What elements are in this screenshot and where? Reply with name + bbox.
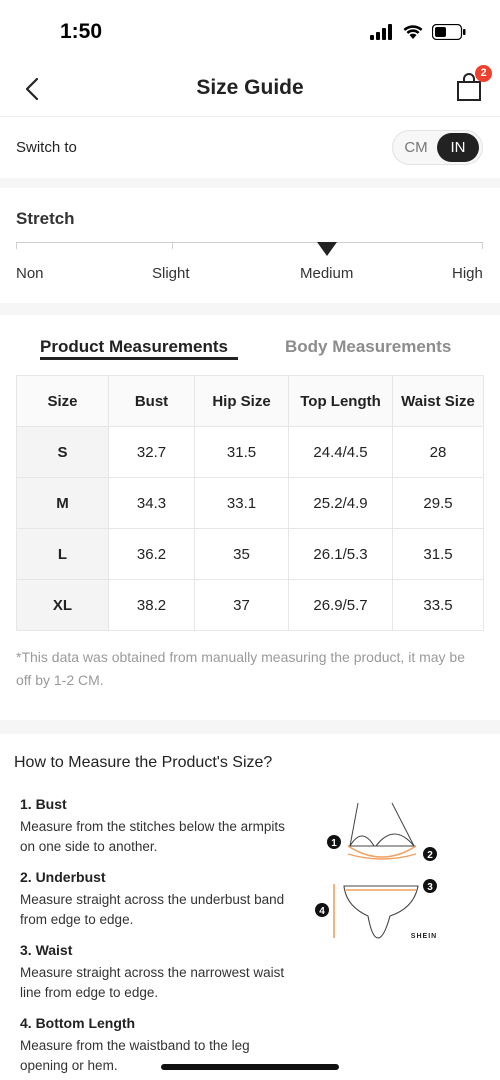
- stretch-title: Stretch: [16, 209, 75, 228]
- unit-option-cm[interactable]: CM: [395, 133, 437, 162]
- table-cell: 36.2: [108, 528, 195, 580]
- marker-2-label: 2: [427, 850, 433, 861]
- page-title: Size Guide: [196, 76, 304, 99]
- table-row: M 34.3 33.1 25.2/4.9 29.5: [16, 477, 484, 529]
- step-title: 3. Waist: [20, 942, 73, 958]
- stretch-tick: [172, 242, 173, 249]
- home-indicator[interactable]: [161, 1064, 339, 1070]
- size-cell: XL: [16, 579, 109, 631]
- measurement-tabs: Product Measurements Body Measurements: [0, 318, 500, 368]
- section-divider: [0, 720, 500, 734]
- table-cell: 32.7: [108, 426, 195, 478]
- howto-title: How to Measure the Product's Size?: [14, 754, 273, 771]
- size-cell: S: [16, 426, 109, 478]
- nav-bar: Size Guide: [0, 66, 500, 116]
- cart-count-badge: 2: [475, 65, 492, 82]
- table-cell: 33.1: [194, 477, 289, 529]
- tab-body-measurements[interactable]: Body Measurements: [285, 337, 451, 357]
- table-cell: 29.5: [392, 477, 484, 529]
- signal-icon: [370, 24, 392, 40]
- stretch-section: Stretch Non Slight Medium High: [0, 188, 500, 303]
- battery-icon: [432, 24, 466, 40]
- table-row: XL 38.2 37 26.9/5.7 33.5: [16, 579, 484, 631]
- table-header-cell: Size: [16, 375, 109, 427]
- step-description: Measure from the waistband to the leg op…: [20, 1038, 250, 1073]
- status-bar: 1:50: [0, 0, 500, 66]
- table-cell: 38.2: [108, 579, 195, 631]
- step-waist: 3. Waist Measure straight across the nar…: [20, 942, 290, 1003]
- step-description: Measure from the stitches below the armp…: [20, 819, 285, 854]
- marker-1-label: 1: [331, 838, 337, 849]
- brand-logo: SHEIN: [411, 933, 437, 940]
- active-tab-indicator: [40, 357, 238, 360]
- table-cell: 26.9/5.7: [288, 579, 393, 631]
- size-cell: M: [16, 477, 109, 529]
- stretch-tick: [16, 242, 17, 249]
- unit-toggle[interactable]: CM IN: [392, 130, 483, 165]
- table-cell: 33.5: [392, 579, 484, 631]
- table-cell: 35: [194, 528, 289, 580]
- stretch-level-high: High: [452, 265, 483, 282]
- table-header-cell: Bust: [108, 375, 195, 427]
- table-cell: 24.4/4.5: [288, 426, 393, 478]
- step-title: 4. Bottom Length: [20, 1015, 136, 1031]
- unit-switch-row: Switch to CM IN: [0, 116, 500, 178]
- tab-product-measurements[interactable]: Product Measurements: [40, 337, 228, 357]
- status-time: 1:50: [60, 20, 103, 43]
- table-cell: 37: [194, 579, 289, 631]
- table-row: L 36.2 35 26.1/5.3 31.5: [16, 528, 484, 580]
- unit-option-in[interactable]: IN: [437, 133, 479, 162]
- section-divider: [0, 303, 500, 315]
- stretch-level-non: Non: [16, 265, 44, 282]
- step-title: 1. Bust: [20, 796, 67, 812]
- wifi-icon: [403, 25, 423, 39]
- table-cell: 31.5: [392, 528, 484, 580]
- stretch-selected-marker: [317, 242, 337, 256]
- stretch-level-medium: Medium: [300, 265, 354, 282]
- marker-3-label: 3: [427, 882, 433, 893]
- table-header-cell: Hip Size: [194, 375, 289, 427]
- stretch-level-slight: Slight: [152, 265, 190, 282]
- stretch-tick: [482, 242, 483, 249]
- table-cell: 25.2/4.9: [288, 477, 393, 529]
- step-underbust: 2. Underbust Measure straight across the…: [20, 869, 290, 930]
- stretch-scale-line: [16, 242, 483, 243]
- table-cell: 31.5: [194, 426, 289, 478]
- switch-label: Switch to: [16, 139, 77, 156]
- status-icons: [370, 24, 466, 40]
- table-row: S 32.7 31.5 24.4/4.5 28: [16, 426, 484, 478]
- step-bust: 1. Bust Measure from the stitches below …: [20, 796, 290, 857]
- bikini-measurement-illustration: 1 2 3 4 SHEIN: [315, 802, 437, 940]
- marker-4-label: 4: [319, 906, 325, 917]
- size-table: Size Bust Hip Size Top Length Waist Size…: [16, 375, 484, 631]
- table-cell: 28: [392, 426, 484, 478]
- size-cell: L: [16, 528, 109, 580]
- section-divider: [0, 178, 500, 188]
- step-description: Measure straight across the underbust ba…: [20, 892, 285, 927]
- table-header-row: Size Bust Hip Size Top Length Waist Size: [16, 375, 484, 427]
- step-title: 2. Underbust: [20, 869, 106, 885]
- table-header-cell: Waist Size: [392, 375, 484, 427]
- measurement-note: *This data was obtained from manually me…: [16, 649, 466, 688]
- table-cell: 34.3: [108, 477, 195, 529]
- step-description: Measure straight across the narrowest wa…: [20, 965, 285, 1000]
- table-header-cell: Top Length: [288, 375, 393, 427]
- table-cell: 26.1/5.3: [288, 528, 393, 580]
